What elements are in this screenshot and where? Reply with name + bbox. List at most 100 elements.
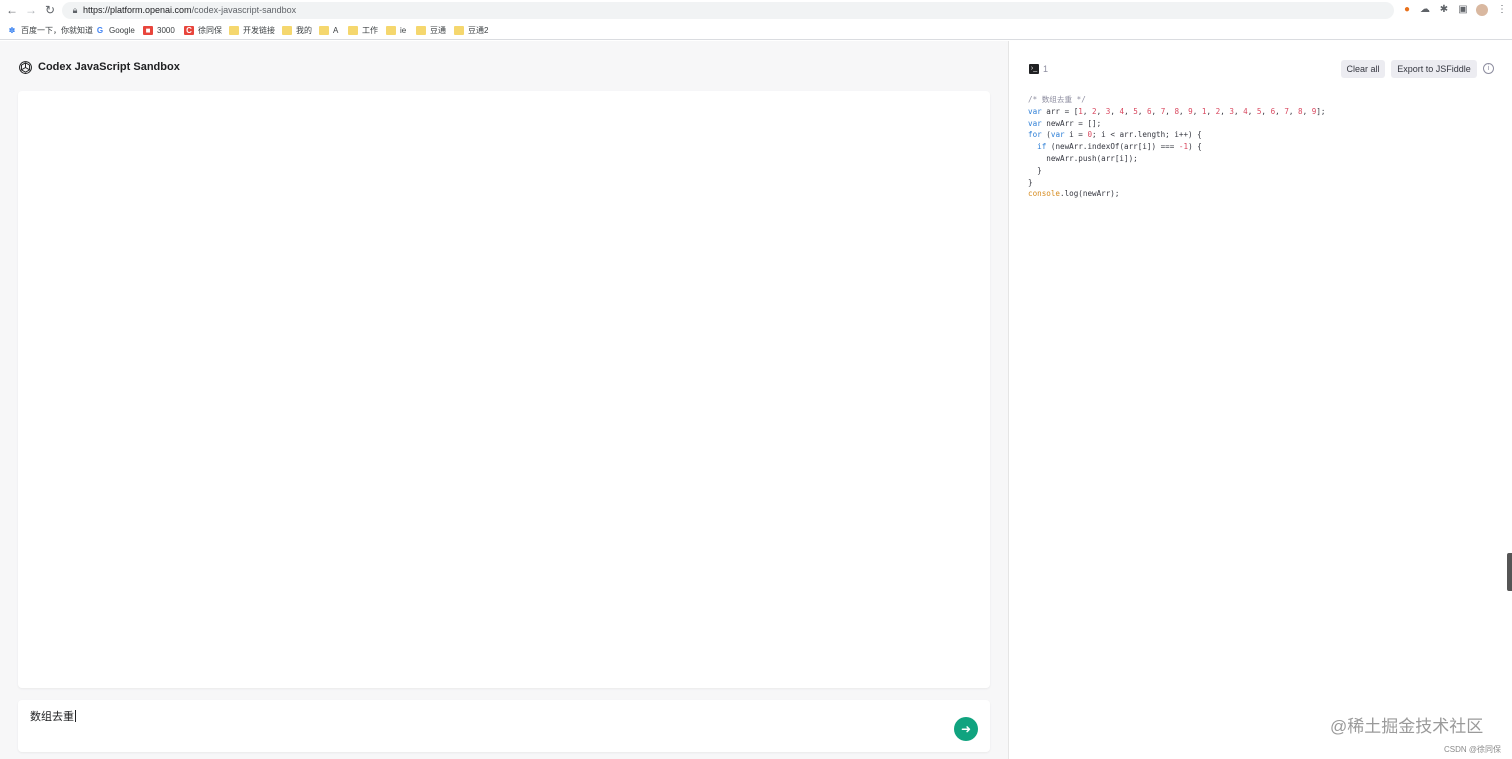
bookmark-label: 开发链接 [243,26,275,35]
text-caret [75,710,76,722]
bookmark-folder[interactable]: A [319,24,338,37]
code-token: } [1028,177,1033,187]
code-token: console [1028,189,1061,199]
bookmark-folder[interactable]: 我的 [282,24,312,37]
code-token: ]; [1316,106,1326,116]
code-token: for [1028,130,1042,140]
send-button[interactable]: ➜ [954,717,978,741]
code-line: console.log(newArr); [1028,188,1326,200]
code-editor[interactable]: /* 数组去重 */ var arr = [1, 2, 3, 4, 5, 6, 7… [1028,94,1326,200]
code-token: , [1151,106,1161,116]
browser-toolbar: ← → ↻ 🔒︎ https://platform.openai.com/cod… [0,0,1512,21]
sandbox-output-panel: Codex JavaScript Sandbox 数组去重 ➜ [0,41,1009,759]
bookmark-folder[interactable]: 开发链接 [229,24,275,37]
code-token: , [1206,106,1216,116]
bookmark-label: Google [109,26,135,35]
folder-icon [229,26,239,35]
csdn-icon: C [184,26,194,35]
code-line: } [1028,177,1326,189]
bookmark-label: 豆通2 [468,26,489,35]
bookmark-label: ie [400,26,407,35]
code-token: newArr = []; [1041,118,1102,128]
output-frame[interactable] [18,91,990,688]
bookmark-folder[interactable]: 豆通2 [454,24,488,37]
bookmark-label: 豆通 [430,26,446,35]
folder-icon [416,26,426,35]
code-token: , [1247,106,1257,116]
code-token: , [1261,106,1271,116]
code-line: } [1028,165,1326,177]
back-arrow-icon[interactable]: ← [5,3,19,17]
code-token: ; i < arr.length; i++) { [1092,130,1202,140]
menu-dots-icon[interactable]: ⋮ [1496,4,1508,16]
credit-text: CSDN @徐同保 [1444,745,1502,754]
puzzle-icon[interactable]: ✱ [1438,4,1450,16]
translate-icon[interactable]: ☁ [1419,4,1431,16]
code-token: ) { [1188,142,1202,152]
code-token: newArr.push(arr[i]); [1028,153,1138,163]
forward-arrow-icon[interactable]: → [24,3,38,17]
bookmark-folder[interactable]: ie [386,24,406,37]
bookmark-item[interactable]: C 徐同保 [184,24,222,37]
export-jsfiddle-button[interactable]: Export to JSFiddle [1391,60,1477,78]
baidu-icon: ✽ [8,26,16,35]
code-token: , [1124,106,1134,116]
code-token: , [1302,106,1312,116]
bookmark-folder[interactable]: 工作 [348,24,378,37]
watermark: @稀土掘金技术社区 [1330,717,1484,736]
profile-avatar[interactable] [1476,4,1488,16]
url-path: /codex-javascript-sandbox [191,5,297,15]
code-line: var arr = [1, 2, 3, 4, 5, 6, 7, 8, 9, 1,… [1028,106,1326,118]
bookmark-item[interactable]: G Google [95,24,135,37]
app-title: Codex JavaScript Sandbox [38,61,180,73]
code-token: , [1096,106,1106,116]
google-icon: G [96,26,104,35]
bookmark-item[interactable]: ✽ 百度一下，你就知道 [7,24,93,37]
code-token: , [1275,106,1285,116]
openai-logo-icon [19,61,32,74]
folder-icon [348,26,358,35]
url-host: https://platform.openai.com [83,5,192,15]
code-token: , [1192,106,1202,116]
sidepanel-icon[interactable]: ▣ [1457,4,1469,16]
code-token: , [1082,106,1093,116]
terminal-icon: ›_ [1029,64,1039,74]
code-line: newArr.push(arr[i]); [1028,153,1326,165]
bookmark-label: 徐同保 [198,26,222,35]
prompt-text[interactable]: 数组去重 [30,710,76,724]
prompt-value: 数组去重 [30,711,74,723]
prompt-count: 1 [1043,64,1049,74]
lock-icon: 🔒︎ [72,5,78,15]
app-icon: ■ [143,26,153,35]
code-token: , [1110,106,1120,116]
code-token: , [1137,106,1147,116]
bookmark-label: 3000 [157,26,175,35]
code-token: if [1037,142,1047,152]
bookmark-item[interactable]: ■ 3000 [143,24,175,37]
arrow-right-icon: ➜ [960,722,972,736]
code-token: var [1050,130,1065,140]
clear-all-button[interactable]: Clear all [1341,60,1385,78]
reload-icon[interactable]: ↻ [43,3,57,17]
code-token: , [1179,106,1189,116]
code-line: for (var i = 0; i < arr.length; i++) { [1028,129,1326,141]
code-token: } [1028,165,1042,175]
code-token: arr = [ [1041,106,1079,116]
code-token: ( [1041,130,1051,140]
bookmark-label: 我的 [296,26,312,35]
address-bar[interactable]: 🔒︎ https://platform.openai.com/codex-jav… [62,2,1394,19]
folder-icon [454,26,464,35]
code-token: , [1288,106,1299,116]
code-token: i = [1064,130,1088,140]
folder-icon [386,26,396,35]
scrollbar-handle[interactable] [1507,553,1512,591]
code-token: -1 [1178,142,1189,152]
folder-icon [282,26,292,35]
extension-icon[interactable]: ● [1401,4,1413,16]
prompt-input[interactable]: 数组去重 ➜ [18,700,990,752]
bookmark-folder[interactable]: 豆通 [416,24,446,37]
info-icon[interactable]: i [1483,63,1494,74]
code-token: /* 数组去重 */ [1028,95,1086,104]
folder-icon [319,26,329,35]
code-token: var [1028,118,1042,128]
